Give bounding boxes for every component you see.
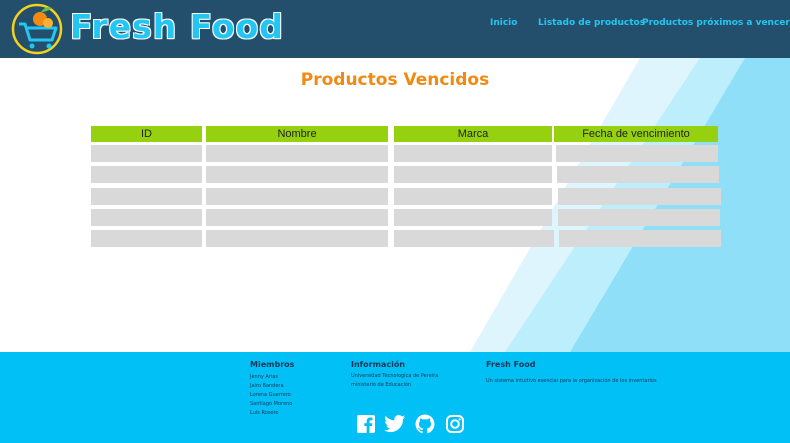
main-content: Productos Vencidos ID Nombre Marca Fecha… — [0, 58, 790, 352]
table-cell-marca[interactable] — [394, 230, 554, 247]
footer-info-heading: Información — [351, 360, 406, 369]
table-cell-marca[interactable] — [394, 166, 552, 183]
instagram-icon[interactable] — [445, 414, 465, 434]
footer: Miembros Jenny Arias Jairo Bandera Loren… — [0, 352, 790, 443]
shopping-cart-logo-icon[interactable] — [10, 2, 64, 56]
column-header-nombre: Nombre — [206, 126, 388, 142]
table-cell-marca[interactable] — [394, 145, 552, 162]
info-line: ministerio de Educación — [351, 382, 412, 388]
background-decoration — [470, 58, 790, 352]
column-header-id: ID — [91, 126, 202, 142]
nav-listado-productos-link[interactable]: Listado de productos — [538, 18, 645, 32]
table-cell-marca[interactable] — [394, 209, 552, 226]
member-name: Jairo Bandera — [250, 383, 284, 389]
footer-about-heading: Fresh Food — [486, 360, 536, 369]
table-cell-fecha[interactable] — [558, 209, 720, 226]
table-cell-id[interactable] — [91, 209, 202, 226]
table-cell-fecha[interactable] — [559, 230, 721, 247]
table-cell-id[interactable] — [91, 145, 202, 162]
page-title: Productos Vencidos — [300, 70, 490, 90]
footer-members-heading: Miembros — [250, 360, 295, 369]
member-name: Lorena Guerrero — [250, 392, 291, 398]
table-cell-fecha[interactable] — [557, 166, 719, 183]
nav-productos-proximos-link[interactable]: Productos próximos a vencerse — [642, 18, 790, 32]
table-cell-nombre[interactable] — [206, 188, 388, 205]
table-cell-id[interactable] — [91, 188, 202, 205]
table-cell-nombre[interactable] — [206, 166, 388, 183]
column-header-fecha-vencimiento: Fecha de vencimiento — [554, 126, 718, 142]
table-cell-fecha[interactable] — [558, 188, 721, 205]
table-cell-nombre[interactable] — [206, 230, 388, 247]
table-cell-fecha[interactable] — [556, 145, 718, 162]
footer-about-text: Un sistema intuitivo esencial para la or… — [486, 378, 657, 384]
member-name: Jenny Arias — [250, 374, 278, 380]
header: Fresh Food Inicio Listado de productos P… — [0, 0, 790, 58]
member-name: Luis Rosero — [250, 410, 279, 416]
nav-inicio-link[interactable]: Inicio — [490, 18, 517, 32]
table-cell-nombre[interactable] — [206, 145, 388, 162]
table-cell-marca[interactable] — [394, 188, 552, 205]
table-cell-id[interactable] — [91, 166, 202, 183]
column-header-marca: Marca — [394, 126, 552, 142]
table-cell-id[interactable] — [91, 230, 202, 247]
github-icon[interactable] — [415, 414, 435, 434]
member-name: Santiago Moreno — [250, 401, 293, 407]
twitter-icon[interactable] — [384, 414, 406, 434]
table-cell-nombre[interactable] — [206, 209, 388, 226]
facebook-icon[interactable] — [356, 414, 376, 434]
brand-title[interactable]: Fresh Food — [70, 6, 284, 48]
info-line: Universidad Tecnologica de Pereira — [351, 373, 439, 379]
